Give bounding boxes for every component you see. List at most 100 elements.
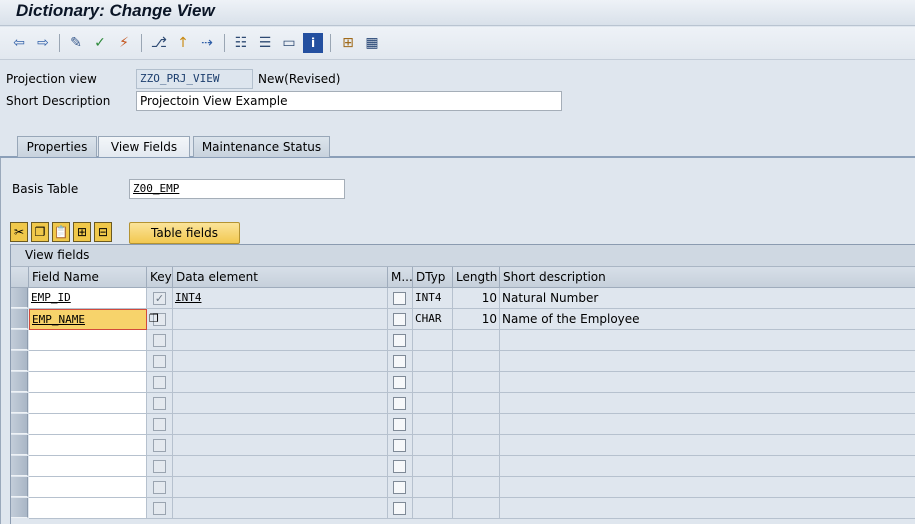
mod-checkbox[interactable] [393, 481, 406, 494]
table-row [11, 393, 915, 414]
row-selector[interactable] [11, 456, 28, 476]
mod-checkbox[interactable] [393, 460, 406, 473]
pencil-icon[interactable]: ✎ [66, 33, 86, 53]
key-checkbox[interactable] [153, 355, 166, 368]
basis-table-input[interactable]: Z00_EMP [129, 179, 345, 199]
field-name-cell[interactable] [29, 435, 147, 456]
table-row [11, 414, 915, 435]
data-element-cell[interactable] [173, 330, 388, 351]
column-header[interactable]: DTyp [413, 267, 453, 288]
toolbar-separator [141, 34, 142, 52]
mod-checkbox[interactable] [393, 502, 406, 515]
column-header[interactable]: Data element [173, 267, 388, 288]
key-checkbox[interactable] [153, 334, 166, 347]
field-name-cell[interactable] [29, 372, 147, 393]
data-element-cell[interactable] [173, 435, 388, 456]
short-description-cell: Natural Number [500, 288, 915, 309]
column-header[interactable]: Key [147, 267, 173, 288]
navigation-window-icon[interactable]: ☰ [255, 33, 275, 53]
dtyp-cell: CHAR [413, 309, 453, 330]
tab-maintenance-status[interactable]: Maintenance Status [193, 136, 330, 157]
row-selector[interactable] [11, 393, 28, 413]
key-checkbox[interactable] [153, 418, 166, 431]
mod-checkbox[interactable] [393, 397, 406, 410]
field-name-cell[interactable] [29, 330, 147, 351]
data-element-cell[interactable] [173, 498, 388, 519]
field-name-cell[interactable]: EMP_ID [29, 288, 147, 309]
short-description-input[interactable]: Projectoin View Example [136, 91, 562, 111]
activate-icon[interactable]: ⚡ [114, 33, 134, 53]
data-element-cell[interactable] [173, 414, 388, 435]
row-selector[interactable] [11, 330, 28, 350]
field-name-cell[interactable] [29, 414, 147, 435]
mod-checkbox[interactable] [393, 439, 406, 452]
mod-checkbox[interactable] [393, 418, 406, 431]
key-checkbox[interactable] [153, 481, 166, 494]
data-element-cell[interactable] [173, 351, 388, 372]
mod-cell [388, 309, 413, 330]
row-selector[interactable] [11, 351, 28, 371]
display-icon[interactable]: ▭ [279, 33, 299, 53]
info-icon[interactable]: i [303, 33, 323, 53]
row-selector[interactable] [11, 372, 28, 392]
key-checkbox[interactable] [153, 502, 166, 515]
column-header[interactable]: Field Name [29, 267, 147, 288]
other-object-icon[interactable]: ↑ [173, 33, 193, 53]
mod-checkbox[interactable] [393, 376, 406, 389]
paste-icon[interactable]: 📋 [52, 222, 70, 242]
structure-icon[interactable]: ⊞ [338, 33, 358, 53]
row-selector[interactable] [11, 414, 28, 434]
field-name-cell[interactable]: EMP_NAME [29, 309, 147, 330]
mod-checkbox[interactable] [393, 355, 406, 368]
hierarchy-icon[interactable]: ☷ [231, 33, 251, 53]
mod-cell [388, 477, 413, 498]
key-checkbox[interactable]: ✓ [153, 292, 166, 305]
data-element-cell[interactable] [173, 372, 388, 393]
table-grid-icon[interactable]: ▦ [362, 33, 382, 53]
field-name-cell[interactable] [29, 456, 147, 477]
data-element-cell[interactable]: INT4 [173, 288, 388, 309]
insert-row-icon[interactable]: ⊞ [73, 222, 91, 242]
field-name-cell[interactable] [29, 498, 147, 519]
table-row [11, 351, 915, 372]
mod-checkbox[interactable] [393, 334, 406, 347]
tab-properties[interactable]: Properties [17, 136, 97, 157]
copy-icon[interactable]: ❐ [31, 222, 49, 242]
data-element-cell[interactable] [173, 393, 388, 414]
forward-arrow-icon[interactable]: ⇨ [33, 33, 53, 53]
length-cell [453, 351, 500, 372]
column-header[interactable]: Short description [500, 267, 915, 288]
field-name-cell[interactable] [29, 477, 147, 498]
projection-view-label: Projection view [6, 72, 97, 86]
tab-view-fields[interactable]: View Fields [98, 136, 190, 157]
key-checkbox[interactable] [153, 439, 166, 452]
row-selector[interactable] [11, 477, 28, 497]
column-header[interactable]: M... [388, 267, 413, 288]
row-selector[interactable] [11, 435, 28, 455]
row-selector[interactable] [11, 498, 28, 518]
field-name-cell[interactable] [29, 393, 147, 414]
select-all-header[interactable] [11, 267, 29, 288]
display-object-list-icon[interactable]: ⇢ [197, 33, 217, 53]
key-checkbox[interactable] [153, 460, 166, 473]
mod-checkbox[interactable] [393, 313, 406, 326]
column-header[interactable]: Length [453, 267, 500, 288]
data-element-cell[interactable] [173, 309, 388, 330]
value-help-icon[interactable]: ❐ [149, 313, 159, 325]
table-fields-button[interactable]: Table fields [129, 222, 240, 244]
mod-cell [388, 414, 413, 435]
row-selector[interactable] [11, 309, 28, 329]
field-name-cell[interactable] [29, 351, 147, 372]
row-selector[interactable] [11, 288, 28, 308]
delete-row-icon[interactable]: ⊟ [94, 222, 112, 242]
check-icon[interactable]: ✓ [90, 33, 110, 53]
data-element-cell[interactable] [173, 456, 388, 477]
back-arrow-icon[interactable]: ⇦ [9, 33, 29, 53]
data-element-cell[interactable] [173, 477, 388, 498]
key-checkbox[interactable] [153, 397, 166, 410]
where-used-icon[interactable]: ⎇ [149, 33, 169, 53]
cut-icon[interactable]: ✂ [10, 222, 28, 242]
mod-checkbox[interactable] [393, 292, 406, 305]
key-checkbox[interactable] [153, 376, 166, 389]
short-description-cell [500, 414, 915, 435]
